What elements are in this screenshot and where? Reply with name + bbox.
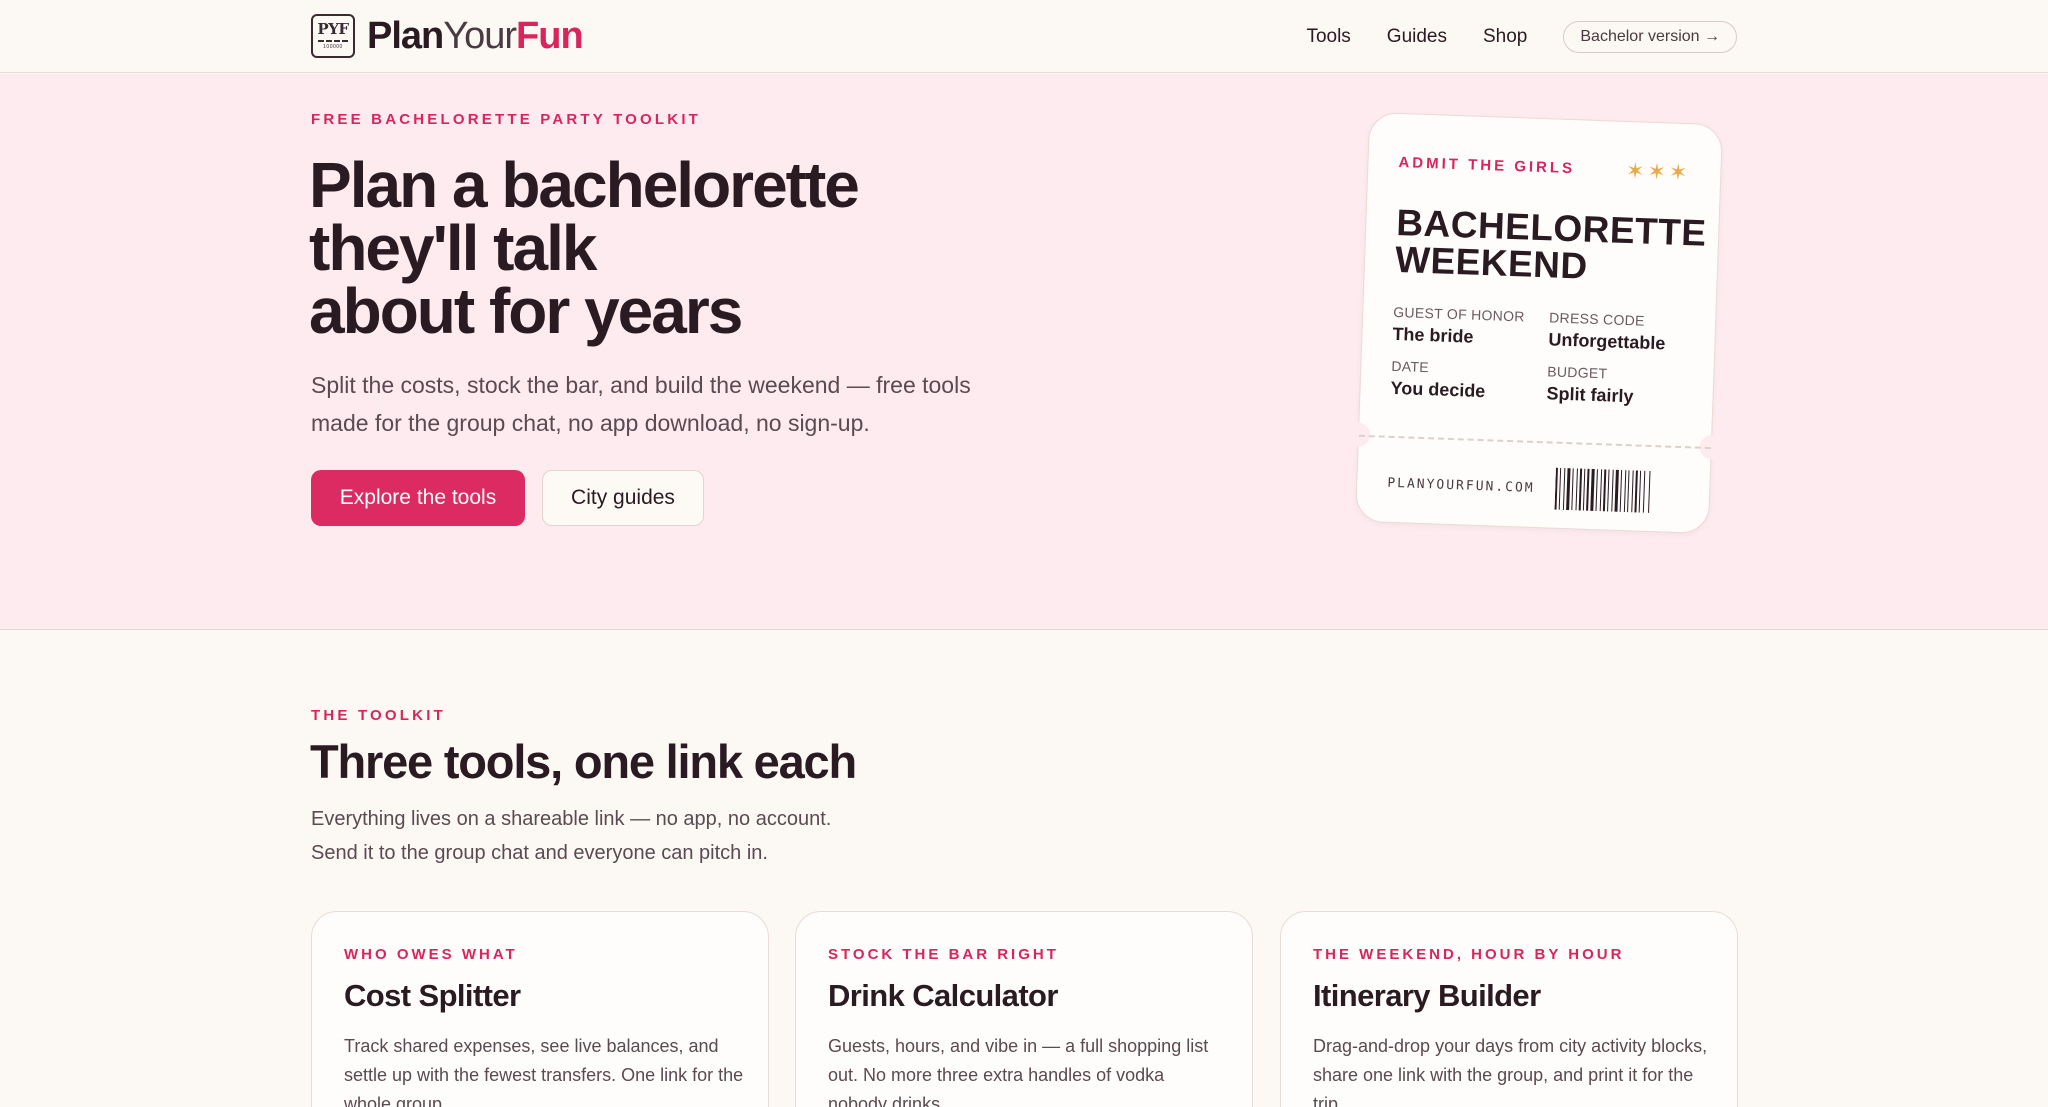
hero-title-line-1: Plan a bachelorette [309,149,860,221]
tool-card-itinerary-builder[interactable]: THE WEEKEND, HOUR BY HOUR Itinerary Buil… [1280,911,1738,1107]
card-title: Cost Splitter [344,978,521,1013]
ticket-field-label: DATE [1391,357,1430,376]
logo-serial: 100000 [323,44,343,50]
card-eyebrow: STOCK THE BAR RIGHT [828,946,1059,963]
ticket-title-line-2: WEEKEND [1394,238,1589,287]
hero-title: Plan a bachelorette they'll talk about f… [309,153,1009,343]
ticket-url: PLANYOURFUN.COM [1387,475,1535,496]
ticket-perforation [1358,434,1711,450]
ticket-field-date: DATE You decide [1390,358,1486,402]
ticket-field-budget: BUDGET Split fairly [1546,363,1634,407]
nav-link-tools[interactable]: Tools [1306,26,1350,48]
ticket-logo-icon: PYF 100000 [311,14,355,58]
card-description: Drag-and-drop your days from city activi… [1313,1036,1708,1107]
toolkit-title: Three tools, one link each [310,735,857,788]
nav-links: Tools Guides Shop Bachelor version → [1306,0,1737,73]
ticket-field-guest: GUEST OF HONOR The bride [1392,304,1525,350]
hero-title-line-3: about for years [309,275,743,347]
tool-card-drink-calculator[interactable]: STOCK THE BAR RIGHT Drink Calculator Gue… [795,911,1253,1107]
city-guides-button[interactable]: City guides [542,470,704,526]
nav-link-guides[interactable]: Guides [1387,26,1447,48]
toolkit-subtitle: Everything lives on a shareable link — n… [311,802,951,870]
explore-tools-button[interactable]: Explore the tools [311,470,525,526]
card-description: Track shared expenses, see live balances… [344,1036,744,1107]
ticket-title: BACHELORETTE WEEKEND [1394,202,1707,288]
card-eyebrow: WHO OWES WHAT [344,946,518,963]
ticket-field-value: Split fairly [1546,383,1634,407]
ticket-field-dress-code: DRESS CODE Unforgettable [1548,309,1666,354]
hero-title-line-2: they'll talk [309,212,597,284]
card-description: Guests, hours, and vibe in — a full shop… [828,1036,1209,1107]
ticket-field-value: Unforgettable [1548,329,1666,354]
ticket-field-label: DRESS CODE [1548,309,1646,329]
ticket-field-value: You decide [1390,377,1486,402]
ticket-eyebrow: ADMIT THE GIRLS [1398,154,1576,178]
hero-subtitle: Split the costs, stock the bar, and buil… [311,372,971,436]
brand-logo[interactable]: PYF 100000 PlanYourFun [311,13,584,59]
hero-section: FREE BACHELORETTE PARTY TOOLKIT Plan a b… [0,74,2048,630]
toolkit-subtitle-line-1: Everything lives on a shareable link — n… [311,808,832,830]
stars-icon: ✶✶✶ [1625,157,1691,186]
brand-name-part1: Plan [367,14,444,57]
bachelor-version-link[interactable]: Bachelor version → [1563,20,1737,53]
barcode-icon [1554,467,1651,513]
ticket-field-label: GUEST OF HONOR [1393,303,1526,325]
nav-link-shop[interactable]: Shop [1483,26,1527,48]
toolkit-eyebrow: THE TOOLKIT [311,707,446,724]
card-title: Drink Calculator [828,978,1058,1013]
hero-eyebrow: FREE BACHELORETTE PARTY TOOLKIT [311,111,702,128]
top-nav: PYF 100000 PlanYourFun Tools Guides Shop… [0,0,2048,73]
logo-monogram: PYF [317,20,349,38]
toolkit-subtitle-line-2: Send it to the group chat and everyone c… [311,842,768,864]
logo-perforation [318,40,348,42]
brand-name: PlanYourFun [367,14,584,58]
brand-name-part3: Fun [516,14,584,57]
ticket-field-value: The bride [1392,323,1474,347]
card-eyebrow: THE WEEKEND, HOUR BY HOUR [1313,946,1625,963]
ticket-field-label: BUDGET [1547,363,1608,382]
tool-card-cost-splitter[interactable]: WHO OWES WHAT Cost Splitter Track shared… [311,911,769,1107]
admission-ticket: ADMIT THE GIRLS ✶✶✶ BACHELORETTE WEEKEND… [1345,111,1725,535]
card-title: Itinerary Builder [1313,978,1541,1013]
brand-name-part2: Your [443,14,517,57]
